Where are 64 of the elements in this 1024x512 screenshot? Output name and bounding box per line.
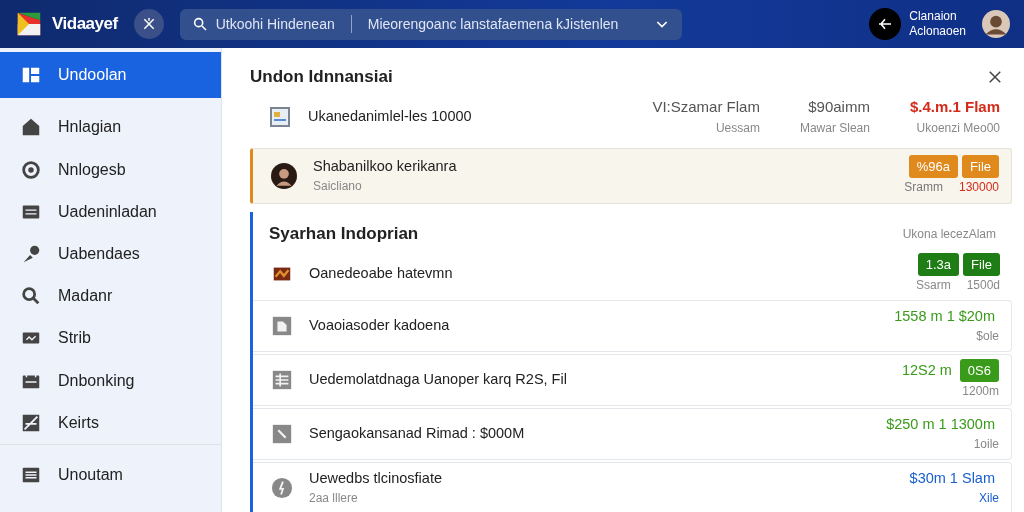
stat-caption: Mawar Slean <box>799 119 870 137</box>
ring-icon <box>20 158 42 181</box>
sidebar-item[interactable]: Nnlogesb <box>0 148 221 191</box>
user-name: Clanaion <box>909 9 958 24</box>
stat-value: VI:Szamar Flam <box>652 97 760 118</box>
amount-caption: 1200m <box>962 383 999 401</box>
user-role: Aclonaoen <box>909 24 966 39</box>
sidebar-item[interactable]: Hnlagian <box>0 106 221 149</box>
stat-value: $90aimm <box>807 97 870 118</box>
section-title: Syarhan Indoprian <box>269 222 419 245</box>
sidebar-item[interactable]: Uadeninladan <box>0 190 221 233</box>
row-subtitle: Saicliano <box>313 178 363 196</box>
amount-caption: 130000 <box>958 179 999 197</box>
amount-value: 1558 m 1 $20m <box>894 306 995 326</box>
person-icon <box>271 162 297 189</box>
amount-caption: 1oile <box>973 436 999 454</box>
sidebar-item[interactable]: Undoolan <box>0 52 221 99</box>
list-row[interactable]: Voaoiasoder kadoena 1558 m 1 $20m $ole <box>253 299 1012 352</box>
sidebar-item[interactable]: Uabendaes <box>0 232 221 276</box>
tools-button[interactable] <box>133 9 164 39</box>
amount-value: $30m 1 Slam <box>909 468 995 488</box>
brand-name: Vidaayef <box>52 13 118 36</box>
amount-caption: 1500d <box>966 277 1000 295</box>
list-row[interactable]: Sengaokansanad Rimad : $000M $250 m 1 1300m 1oile <box>253 407 1012 460</box>
document-icon <box>268 104 292 129</box>
folder-icon <box>271 314 293 337</box>
stat-caption: Uessam <box>714 119 760 137</box>
row-label: Uedemolatdnaga Uanoper karq R2S, Fil <box>309 369 568 389</box>
row-label: Oanedeoabe hatevmn <box>309 263 454 283</box>
amount-badge: 1.3a <box>917 252 960 277</box>
panel-title: Undon Idnnansiai <box>250 66 393 88</box>
amount-caption: $ole <box>976 328 999 346</box>
table-icon <box>271 368 293 391</box>
row-subtitle: 2aa lllere <box>309 490 359 508</box>
amount-value: 12S2 m <box>901 360 952 380</box>
amount-caption: Sramm <box>904 179 943 197</box>
stat-caption: Ukoenzi Meo00 <box>915 119 1000 137</box>
row-label: Uewedbs tlcinosfiate <box>309 468 443 488</box>
list-row[interactable]: Uedemolatdnaga Uanoper karq R2S, Fil 12S2 m 0S6 1200m <box>253 353 1012 406</box>
avatar-icon <box>982 10 1010 38</box>
amount-value: $250 m 1 1300m <box>886 414 995 434</box>
sidebar-item[interactable]: Strib <box>0 317 221 360</box>
row-label: Shabanilkoo kerikanra <box>313 156 458 176</box>
sidebar-item[interactable]: Dnbonking <box>0 359 221 402</box>
amount-caption: Ssarm <box>915 277 951 295</box>
sidebar-item[interactable]: Madanr <box>0 275 221 318</box>
row-label: Voaoiasoder kadoena <box>309 315 451 335</box>
section-note: Ukona lecezAlam <box>902 225 996 243</box>
amount-badge: 0S6 <box>959 358 999 383</box>
row-label: Sengaokansanad Rimad : $000M <box>309 423 526 443</box>
sidebar-item[interactable]: Unoutam <box>0 453 221 497</box>
sidebar-item[interactable]: Keirts <box>0 401 221 445</box>
stat-value: $.4.m.1 Flam <box>909 97 1000 118</box>
search-field[interactable]: Utkoohi Hindenean Mieorengoanc lanstafaemena kJistenlen <box>179 8 682 40</box>
amount-badge: File <box>963 252 1000 277</box>
amount-caption: Xile <box>979 490 999 508</box>
list-row[interactable]: Uewedbs tlcinosfiate 2aa lllere $30m 1 Slam Xile <box>253 461 1012 512</box>
search-scope: Utkoohi Hindenean <box>215 14 335 34</box>
search-text: Mieorengoanc lanstafaemena kJistenlen <box>367 14 620 34</box>
row-label: Ukanedanimlel-les 10000 <box>308 106 473 126</box>
bolt-icon <box>271 476 293 499</box>
amount-badge: %96a <box>908 154 959 179</box>
amount-badge: File <box>962 154 999 179</box>
search-icon <box>191 16 208 32</box>
